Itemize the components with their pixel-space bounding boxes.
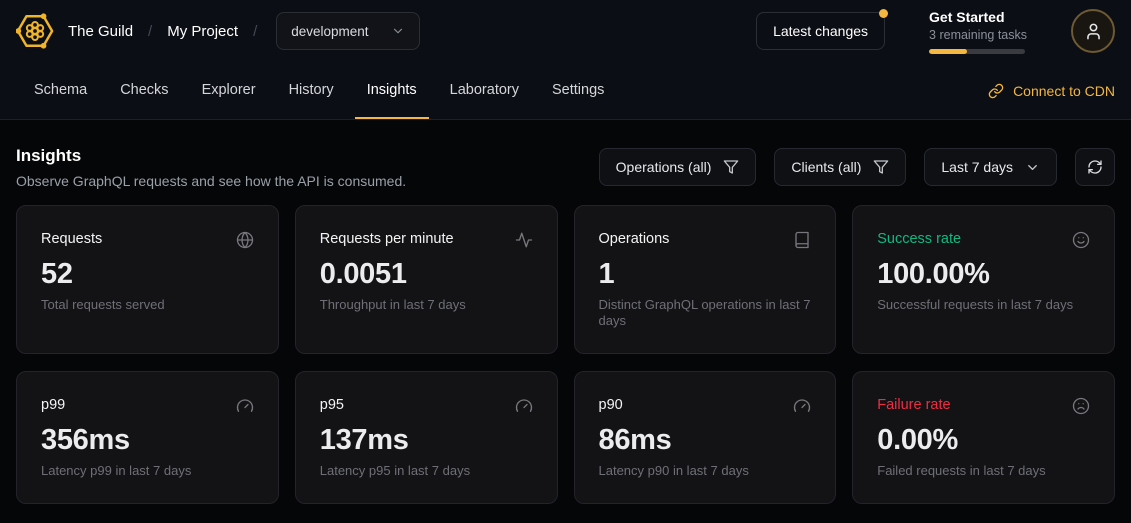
latest-changes-button[interactable]: Latest changes — [756, 12, 885, 50]
page-subtitle: Observe GraphQL requests and see how the… — [16, 173, 406, 189]
tab-navigation: Schema Checks Explorer History Insights … — [0, 62, 1131, 120]
link-icon — [988, 83, 1004, 99]
main-content: Insights Observe GraphQL requests and se… — [0, 120, 1131, 504]
p90-latency-card: p90 86ms Latency p90 in last 7 days — [574, 371, 837, 504]
failure-rate-card: Failure rate 0.00% Failed requests in la… — [852, 371, 1115, 504]
globe-icon — [236, 231, 254, 249]
card-value: 100.00% — [877, 257, 1090, 291]
card-value: 86ms — [599, 423, 812, 457]
get-started-title: Get Started — [929, 9, 1027, 26]
card-caption: Throughput in last 7 days — [320, 297, 533, 313]
tab-schema[interactable]: Schema — [22, 62, 99, 119]
operations-filter-button[interactable]: Operations (all) — [599, 148, 757, 186]
card-title: Requests — [41, 230, 102, 248]
requests-card: Requests 52 Total requests served — [16, 205, 279, 354]
operations-filter-label: Operations (all) — [616, 159, 712, 175]
card-title: Operations — [599, 230, 670, 248]
operations-card: Operations 1 Distinct GraphQL operations… — [574, 205, 837, 354]
filter-funnel-icon — [873, 159, 889, 175]
metric-cards-grid: Requests 52 Total requests served Reques… — [16, 205, 1115, 504]
card-title: p90 — [599, 396, 623, 414]
get-started-progress-fill — [929, 49, 967, 54]
tab-checks[interactable]: Checks — [108, 62, 180, 119]
activity-icon — [515, 231, 533, 249]
frown-icon — [1072, 397, 1090, 415]
card-title: Requests per minute — [320, 230, 454, 248]
success-rate-card: Success rate 100.00% Successful requests… — [852, 205, 1115, 354]
card-value: 0.0051 — [320, 257, 533, 291]
requests-per-minute-card: Requests per minute 0.0051 Throughput in… — [295, 205, 558, 354]
breadcrumb-separator: / — [148, 23, 152, 40]
gauge-icon — [793, 397, 811, 415]
card-value: 356ms — [41, 423, 254, 457]
hive-hexagon-logo-icon[interactable] — [16, 12, 54, 50]
get-started-widget[interactable]: Get Started 3 remaining tasks — [929, 9, 1027, 54]
period-selector-value: Last 7 days — [941, 159, 1013, 175]
book-icon — [793, 231, 811, 249]
smile-icon — [1072, 231, 1090, 249]
breadcrumb-separator: / — [253, 23, 257, 40]
get-started-progress-track — [929, 49, 1025, 54]
connect-to-cdn-link[interactable]: Connect to CDN — [988, 62, 1115, 119]
card-title: p95 — [320, 396, 344, 414]
notification-dot — [879, 9, 888, 18]
refresh-button[interactable] — [1075, 148, 1115, 186]
card-caption: Successful requests in last 7 days — [877, 297, 1090, 313]
tab-explorer[interactable]: Explorer — [190, 62, 268, 119]
breadcrumb-project[interactable]: My Project — [167, 23, 238, 40]
card-caption: Failed requests in last 7 days — [877, 463, 1090, 479]
card-caption: Total requests served — [41, 297, 254, 313]
clients-filter-button[interactable]: Clients (all) — [774, 148, 906, 186]
card-caption: Latency p90 in last 7 days — [599, 463, 812, 479]
page-header: Insights Observe GraphQL requests and se… — [0, 120, 1131, 205]
p95-latency-card: p95 137ms Latency p95 in last 7 days — [295, 371, 558, 504]
card-value: 0.00% — [877, 423, 1090, 457]
target-selector-value: development — [291, 24, 368, 39]
card-title: p99 — [41, 396, 65, 414]
gauge-icon — [236, 397, 254, 415]
page-title: Insights — [16, 146, 406, 166]
topbar: The Guild / My Project / development Lat… — [0, 0, 1131, 62]
card-value: 137ms — [320, 423, 533, 457]
tab-insights[interactable]: Insights — [355, 62, 429, 119]
card-value: 52 — [41, 257, 254, 291]
card-caption: Latency p99 in last 7 days — [41, 463, 254, 479]
filters-toolbar: Operations (all) Clients (all) Last 7 da… — [599, 148, 1115, 186]
filter-funnel-icon — [723, 159, 739, 175]
refresh-icon — [1087, 159, 1103, 175]
chevron-down-icon — [391, 24, 405, 38]
card-value: 1 — [599, 257, 812, 291]
card-title: Success rate — [877, 230, 961, 248]
tabs: Schema Checks Explorer History Insights … — [22, 62, 616, 119]
gauge-icon — [515, 397, 533, 415]
p99-latency-card: p99 356ms Latency p99 in last 7 days — [16, 371, 279, 504]
clients-filter-label: Clients (all) — [791, 159, 861, 175]
target-selector-dropdown[interactable]: development — [276, 12, 419, 50]
chevron-down-icon — [1025, 160, 1040, 175]
breadcrumb-org[interactable]: The Guild — [68, 23, 133, 40]
get-started-subtitle: 3 remaining tasks — [929, 27, 1027, 43]
card-caption: Latency p95 in last 7 days — [320, 463, 533, 479]
user-avatar-button[interactable] — [1071, 9, 1115, 53]
tab-settings[interactable]: Settings — [540, 62, 616, 119]
card-caption: Distinct GraphQL operations in last 7 da… — [599, 297, 812, 329]
tab-laboratory[interactable]: Laboratory — [438, 62, 531, 119]
card-title: Failure rate — [877, 396, 950, 414]
connect-to-cdn-label: Connect to CDN — [1013, 83, 1115, 99]
period-selector-dropdown[interactable]: Last 7 days — [924, 148, 1057, 186]
latest-changes-label: Latest changes — [773, 23, 868, 39]
tab-history[interactable]: History — [277, 62, 346, 119]
user-icon — [1084, 22, 1103, 41]
